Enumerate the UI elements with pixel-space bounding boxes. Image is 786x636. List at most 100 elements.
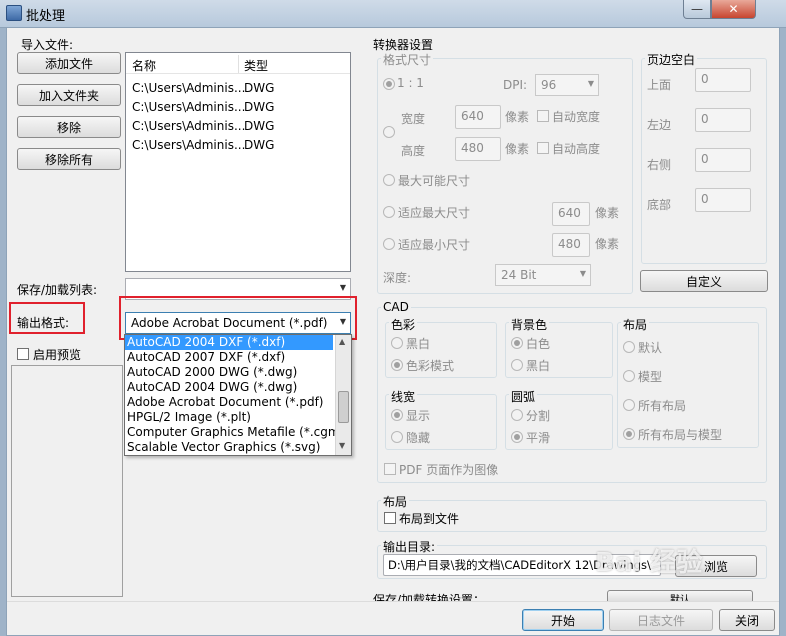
- color-mode-radio[interactable]: [391, 359, 403, 371]
- layout-model-radio[interactable]: [623, 370, 635, 382]
- layout-to-file-checkbox[interactable]: [384, 512, 396, 524]
- arc-split-radio[interactable]: [511, 409, 523, 421]
- line-width-title: 线宽: [389, 388, 418, 405]
- minimize-button[interactable]: —: [683, 0, 711, 19]
- margins-title: 页边空白: [645, 51, 698, 68]
- window-title: 批处理: [26, 9, 66, 24]
- width-field[interactable]: 640: [455, 105, 501, 129]
- bg-white-radio[interactable]: [511, 337, 523, 349]
- arc-smooth-radio[interactable]: [511, 431, 523, 443]
- color-mode-label: 色彩模式: [406, 359, 455, 373]
- bg-black-radio[interactable]: [511, 359, 523, 371]
- layout-options-title: 布局: [621, 316, 650, 333]
- height-field[interactable]: 480: [455, 137, 501, 161]
- arc-title: 圆弧: [509, 388, 538, 405]
- table-row[interactable]: C:\Users\Adminis... DWG: [126, 81, 350, 100]
- margin-left-label: 左边: [647, 118, 672, 132]
- add-file-button[interactable]: 添加文件: [17, 52, 121, 74]
- format-dropdown-list[interactable]: AutoCAD 2004 DXF (*.dxf) AutoCAD 2007 DX…: [124, 334, 352, 456]
- pdf-as-image-checkbox[interactable]: [384, 463, 396, 475]
- layout-to-file-label: 布局到文件: [399, 512, 460, 526]
- remove-all-button[interactable]: 移除所有: [17, 148, 121, 170]
- file-type: DWG: [244, 138, 275, 152]
- watermark-logo: Bai 经验: [595, 548, 703, 578]
- close-window-button[interactable]: ✕: [711, 0, 756, 19]
- margin-top-label: 上面: [647, 78, 672, 92]
- highlight-box-label: [9, 302, 85, 334]
- custom-size-radio[interactable]: [383, 126, 395, 138]
- margin-right-label: 右侧: [647, 158, 672, 172]
- layout-all-radio[interactable]: [623, 399, 635, 411]
- column-header-name[interactable]: 名称: [132, 57, 156, 74]
- custom-button[interactable]: 自定义: [640, 270, 768, 292]
- margin-left-field[interactable]: 0: [695, 108, 751, 132]
- layout-model-label: 模型: [638, 370, 663, 384]
- layout-all-model-radio[interactable]: [623, 428, 635, 440]
- margin-right-field[interactable]: 0: [695, 148, 751, 172]
- pdf-as-image-label: PDF 页面作为图像: [399, 463, 499, 477]
- margin-bottom-field[interactable]: 0: [695, 188, 751, 212]
- file-name: C:\Users\Adminis...: [132, 119, 246, 133]
- auto-width-label: 自动宽度: [552, 110, 601, 124]
- fit-max-field[interactable]: 640: [552, 202, 590, 226]
- lw-show-label: 显示: [406, 409, 431, 423]
- close-button[interactable]: 关闭: [719, 609, 775, 631]
- fit-min-radio[interactable]: [383, 238, 395, 250]
- format-option[interactable]: AutoCAD 2004 DWG (*.dwg): [127, 380, 297, 395]
- table-row[interactable]: C:\Users\Adminis... DWG: [126, 138, 350, 157]
- max-possible-label: 最大可能尺寸: [398, 174, 471, 188]
- fit-max-radio[interactable]: [383, 206, 395, 218]
- format-option[interactable]: HPGL/2 Image (*.plt): [127, 410, 251, 425]
- depth-label: 深度:: [383, 271, 412, 285]
- lw-hide-radio[interactable]: [391, 431, 403, 443]
- dpi-label: DPI:: [503, 78, 528, 92]
- format-option[interactable]: AutoCAD 2004 DXF (*.dxf): [125, 335, 333, 350]
- format-option[interactable]: Adobe Acrobat Document (*.pdf): [127, 395, 324, 410]
- enable-preview-checkbox[interactable]: [17, 348, 29, 360]
- color-bw-label: 黑白: [406, 337, 431, 351]
- auto-width-checkbox[interactable]: [537, 110, 549, 122]
- auto-height-checkbox[interactable]: [537, 142, 549, 154]
- scrollbar-thumb[interactable]: [338, 391, 349, 423]
- fit-min-label: 适应最小尺寸: [398, 238, 471, 252]
- file-type: DWG: [244, 81, 275, 95]
- layout-default-radio[interactable]: [623, 341, 635, 353]
- format-option[interactable]: AutoCAD 2000 DWG (*.dwg): [127, 365, 297, 380]
- margin-top-field[interactable]: 0: [695, 68, 751, 92]
- height-label: 高度: [401, 144, 426, 158]
- log-file-button[interactable]: 日志文件: [609, 609, 713, 631]
- title-bar: [0, 0, 786, 28]
- file-list[interactable]: 名称 类型 C:\Users\Adminis... DWG C:\Users\A…: [125, 52, 351, 272]
- table-row[interactable]: C:\Users\Adminis... DWG: [126, 100, 350, 119]
- scroll-down-icon[interactable]: ▼: [339, 441, 345, 450]
- add-folder-button[interactable]: 加入文件夹: [17, 84, 121, 106]
- width-label: 宽度: [401, 112, 426, 126]
- column-divider[interactable]: [238, 55, 239, 73]
- app-icon: [6, 5, 22, 21]
- file-type: DWG: [244, 100, 275, 114]
- format-option[interactable]: Scalable Vector Graphics (*.svg): [127, 440, 320, 455]
- start-button[interactable]: 开始: [522, 609, 604, 631]
- layout-all-label: 所有布局: [638, 399, 687, 413]
- table-row[interactable]: C:\Users\Adminis... DWG: [126, 119, 350, 138]
- width-unit: 像素: [505, 110, 530, 124]
- dropdown-scrollbar[interactable]: ▲ ▼: [335, 335, 351, 455]
- lw-show-radio[interactable]: [391, 409, 403, 421]
- format-option[interactable]: AutoCAD 2007 DXF (*.dxf): [127, 350, 285, 365]
- dpi-combo[interactable]: 96 ▼: [535, 74, 599, 96]
- max-possible-radio[interactable]: [383, 174, 395, 186]
- column-header-type[interactable]: 类型: [244, 57, 268, 74]
- color-title: 色彩: [389, 316, 418, 333]
- remove-button[interactable]: 移除: [17, 116, 121, 138]
- layout-group-title: 布局: [381, 493, 410, 510]
- file-name: C:\Users\Adminis...: [132, 138, 246, 152]
- depth-combo[interactable]: 24 Bit ▼: [495, 264, 591, 286]
- cad-title: CAD: [381, 300, 411, 314]
- color-bw-radio[interactable]: [391, 337, 403, 349]
- fit-min-unit: 像素: [595, 237, 620, 251]
- height-unit: 像素: [505, 142, 530, 156]
- fit-min-field[interactable]: 480: [552, 233, 590, 257]
- format-option[interactable]: Computer Graphics Metafile (*.cgm): [127, 425, 344, 440]
- scroll-up-icon[interactable]: ▲: [339, 337, 345, 346]
- ratio-radio[interactable]: [383, 78, 395, 90]
